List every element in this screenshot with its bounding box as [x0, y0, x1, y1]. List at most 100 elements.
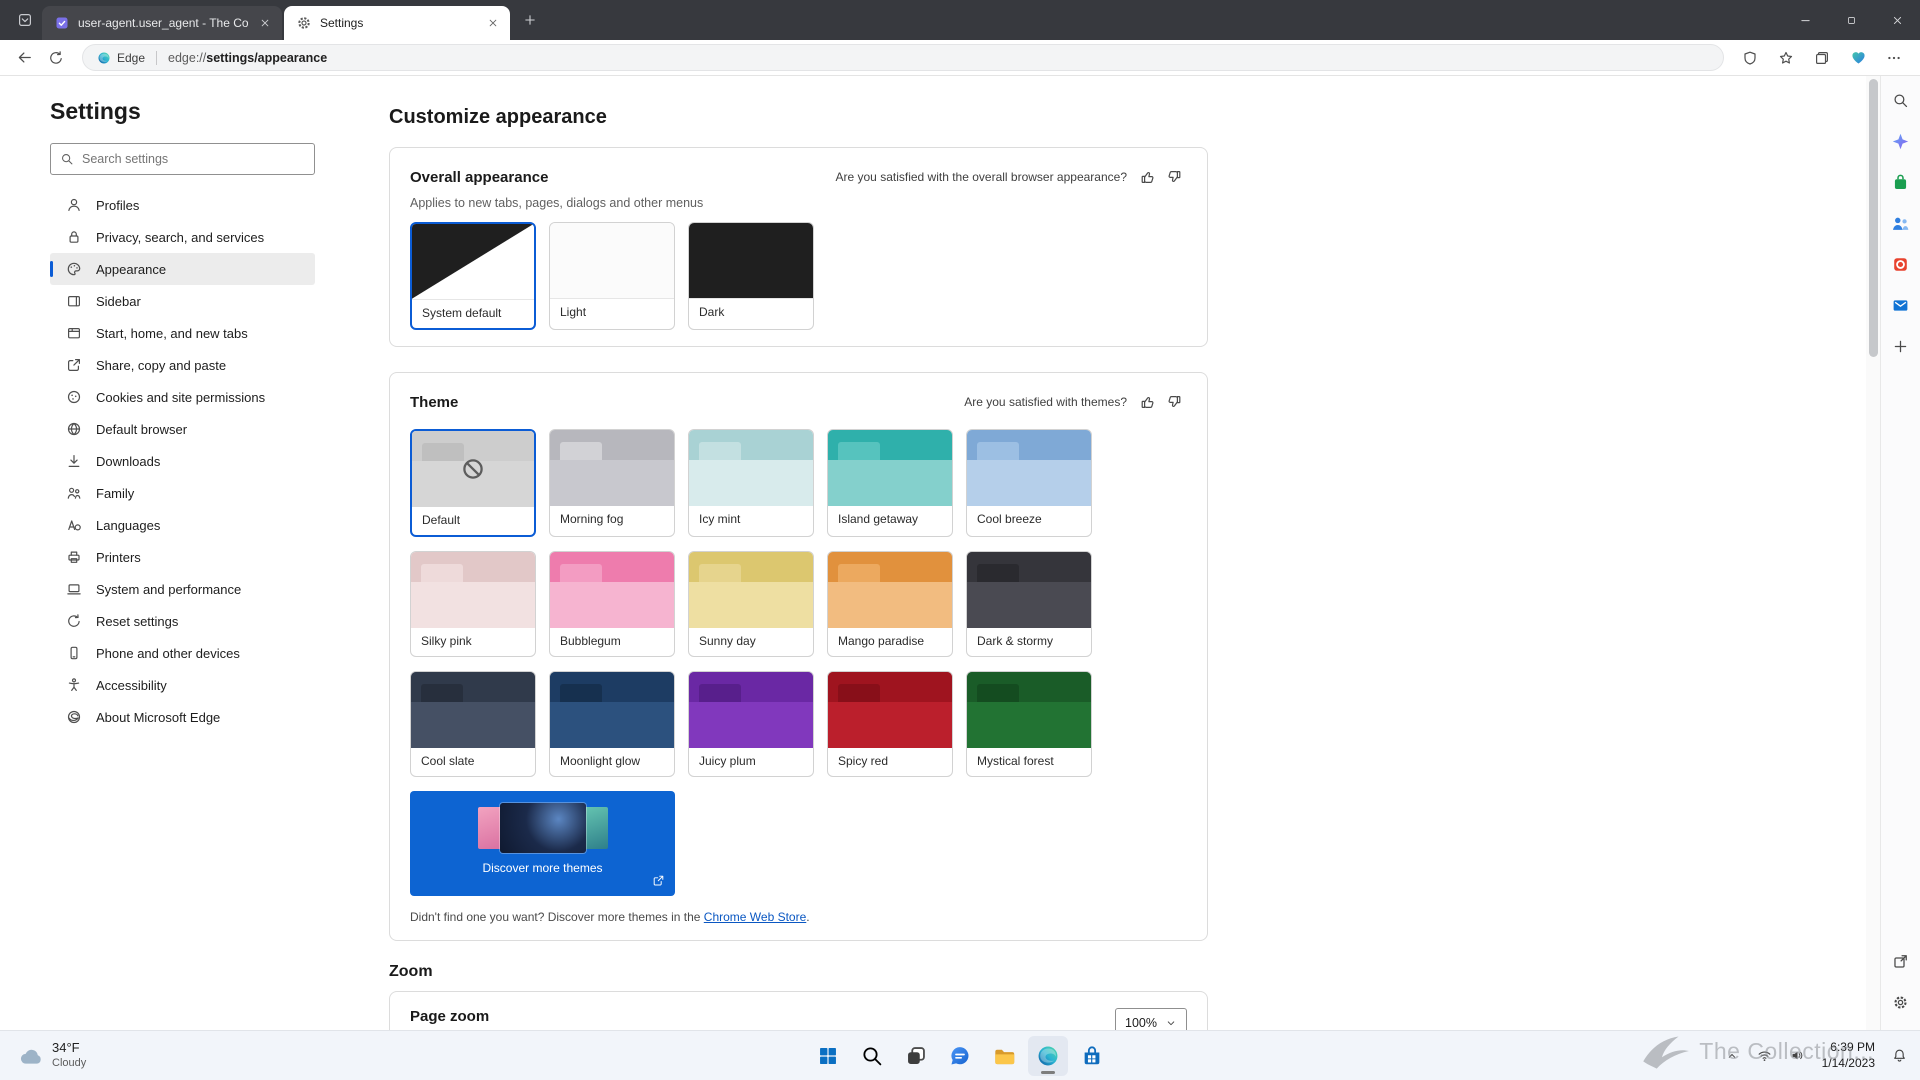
- sidebar-item-system-and-performance[interactable]: System and performance: [50, 573, 315, 605]
- sidebar-item-appearance[interactable]: Appearance: [50, 253, 315, 285]
- refresh-icon: [48, 50, 64, 66]
- sidebar-item-reset-settings[interactable]: Reset settings: [50, 605, 315, 637]
- taskbar-file-explorer-button[interactable]: [984, 1036, 1024, 1076]
- theme-tile-bubblegum[interactable]: Bubblegum: [549, 551, 675, 657]
- rail-discover-button[interactable]: [1885, 125, 1917, 157]
- printers-icon: [66, 549, 82, 565]
- new-tab-button[interactable]: [516, 6, 544, 34]
- network-button[interactable]: [1752, 1042, 1778, 1070]
- theme-tile-juicy-plum[interactable]: Juicy plum: [688, 671, 814, 777]
- theme-tile-cool-breeze[interactable]: Cool breeze: [966, 429, 1092, 537]
- appearance-option-system-default[interactable]: System default: [410, 222, 536, 330]
- appearance-option-label: Dark: [699, 305, 725, 319]
- close-window-button[interactable]: [1874, 0, 1920, 40]
- taskbar-edge-button[interactable]: [1028, 1035, 1068, 1076]
- scrollbar-thumb[interactable]: [1868, 79, 1878, 357]
- sidebar-item-about-microsoft-edge[interactable]: About Microsoft Edge: [50, 701, 315, 733]
- thumbs-down-button[interactable]: [1161, 164, 1187, 190]
- weather-widget-button[interactable]: 34°F Cloudy: [12, 1031, 92, 1080]
- minimize-button[interactable]: [1782, 0, 1828, 40]
- chrome-web-store-link[interactable]: Chrome Web Store: [704, 910, 807, 924]
- theme-tile-mango-paradise[interactable]: Mango paradise: [827, 551, 953, 657]
- settings-search-input[interactable]: [82, 152, 305, 166]
- theme-tile-default[interactable]: Default: [410, 429, 536, 537]
- thumbs-down-button[interactable]: [1161, 389, 1187, 415]
- theme-tile-sunny-day[interactable]: Sunny day: [688, 551, 814, 657]
- wifi-icon: [1757, 1048, 1772, 1063]
- taskbar-chat-button[interactable]: [940, 1036, 980, 1076]
- address-bar[interactable]: Edge edge://settings/appearance: [82, 44, 1724, 71]
- theme-tile-silky-pink[interactable]: Silky pink: [410, 551, 536, 657]
- tab-close-button[interactable]: [256, 14, 274, 32]
- hidden-icons-button[interactable]: [1719, 1042, 1745, 1070]
- theme-tile-dark-stormy[interactable]: Dark & stormy: [966, 551, 1092, 657]
- sidebar-item-label: Accessibility: [96, 677, 167, 693]
- window-controls: [1782, 0, 1920, 40]
- discover-more-themes-button[interactable]: Discover more themes: [410, 791, 675, 896]
- theme-tile-morning-fog[interactable]: Morning fog: [549, 429, 675, 537]
- settings-search-box[interactable]: [50, 143, 315, 175]
- theme-tile-mystical-forest[interactable]: Mystical forest: [966, 671, 1092, 777]
- sidebar-item-cookies-and-site-permissions[interactable]: Cookies and site permissions: [50, 381, 315, 413]
- sidebar-item-start-home-and-new-tabs[interactable]: Start, home, and new tabs: [50, 317, 315, 349]
- browser-essentials-button[interactable]: [1842, 43, 1874, 73]
- rail-people-button[interactable]: [1885, 207, 1917, 239]
- taskbar-task-view-button[interactable]: [896, 1036, 936, 1076]
- rail-outlook-button[interactable]: [1885, 289, 1917, 321]
- theme-preview: [689, 672, 813, 748]
- sidebar-item-printers[interactable]: Printers: [50, 541, 315, 573]
- appearance-options: System default Light Dark: [410, 222, 1187, 330]
- thumbs-up-button[interactable]: [1135, 164, 1161, 190]
- feedback-question: Are you satisfied with themes?: [964, 395, 1127, 409]
- appearance-option-dark[interactable]: Dark: [688, 222, 814, 330]
- clock-button[interactable]: 6:39 PM 1/14/2023: [1818, 1038, 1879, 1073]
- theme-tile-moonlight-glow[interactable]: Moonlight glow: [549, 671, 675, 777]
- refresh-button[interactable]: [40, 43, 72, 73]
- sidebar-item-profiles[interactable]: Profiles: [50, 189, 315, 221]
- zoom-level-select[interactable]: 100%: [1115, 1008, 1187, 1030]
- tab-actions-button[interactable]: [8, 5, 42, 35]
- theme-tile-cool-slate[interactable]: Cool slate: [410, 671, 536, 777]
- maximize-button[interactable]: [1828, 0, 1874, 40]
- rail-office-button[interactable]: [1885, 248, 1917, 280]
- rail-add-button[interactable]: [1885, 330, 1917, 362]
- taskbar-start-button[interactable]: [808, 1036, 848, 1076]
- feedback-question: Are you satisfied with the overall brows…: [835, 170, 1128, 184]
- navbar-actions: [1734, 43, 1910, 73]
- rail-settings-button[interactable]: [1885, 986, 1917, 1018]
- rail-shopping-button[interactable]: [1885, 166, 1917, 198]
- sidebar-item-share-copy-and-paste[interactable]: Share, copy and paste: [50, 349, 315, 381]
- browser-tab-inactive[interactable]: user-agent.user_agent - The Coll...: [42, 6, 282, 40]
- sidebar-item-languages[interactable]: Languages: [50, 509, 315, 541]
- more-menu-button[interactable]: [1878, 43, 1910, 73]
- thumbs-up-button[interactable]: [1135, 389, 1161, 415]
- browser-tab-settings[interactable]: Settings: [284, 6, 510, 40]
- page-scrollbar[interactable]: [1866, 76, 1880, 1030]
- sidebar-item-downloads[interactable]: Downloads: [50, 445, 315, 477]
- appearance-option-light[interactable]: Light: [549, 222, 675, 330]
- sidebar-item-family[interactable]: Family: [50, 477, 315, 509]
- chevron-up-icon: [1726, 1050, 1738, 1062]
- rail-popout-button[interactable]: [1885, 945, 1917, 977]
- theme-tile-icy-mint[interactable]: Icy mint: [688, 429, 814, 537]
- theme-tile-island-getaway[interactable]: Island getaway: [827, 429, 953, 537]
- sidebar-item-phone-and-other-devices[interactable]: Phone and other devices: [50, 637, 315, 669]
- tab-close-button[interactable]: [484, 14, 502, 32]
- theme-preview: [828, 672, 952, 748]
- rail-search-button[interactable]: [1885, 84, 1917, 116]
- taskbar-store-button[interactable]: [1072, 1036, 1112, 1076]
- notifications-button[interactable]: [1886, 1042, 1912, 1070]
- taskbar-search-button[interactable]: [852, 1036, 892, 1076]
- theme-tile-spicy-red[interactable]: Spicy red: [827, 671, 953, 777]
- security-button[interactable]: [1734, 43, 1766, 73]
- volume-button[interactable]: [1785, 1042, 1811, 1070]
- collections-button[interactable]: [1806, 43, 1838, 73]
- sidebar-item-privacy-search-and-services[interactable]: Privacy, search, and services: [50, 221, 315, 253]
- back-button[interactable]: [8, 43, 40, 73]
- sidebar-item-sidebar[interactable]: Sidebar: [50, 285, 315, 317]
- sidebar-item-accessibility[interactable]: Accessibility: [50, 669, 315, 701]
- share-copy-and-paste-icon: [66, 357, 82, 373]
- favorites-button[interactable]: [1770, 43, 1802, 73]
- sidebar-item-default-browser[interactable]: Default browser: [50, 413, 315, 445]
- reset-settings-icon: [66, 613, 82, 629]
